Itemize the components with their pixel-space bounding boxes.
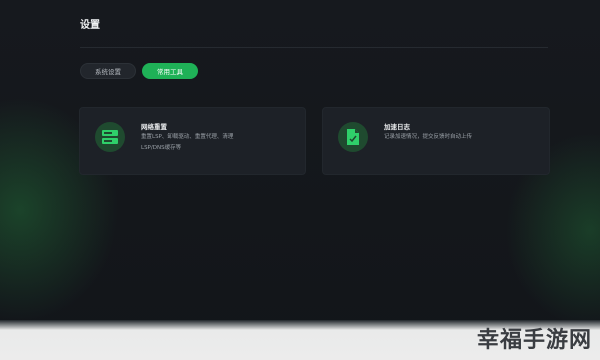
document-icon [338, 122, 368, 152]
server-icon [95, 122, 125, 152]
acceleration-log-card[interactable]: 加速日志 记录加速情况，提交反馈时自动上传 [322, 107, 550, 175]
card-title: 网络重置 [141, 123, 167, 131]
site-watermark: 幸福手游网 [476, 327, 592, 353]
card-description: 重置LSP、卸载驱动、重置代理、清理LSP/DNS缓存等 [141, 134, 234, 151]
card-description: 记录加速情况，提交反馈时自动上传 [384, 134, 473, 140]
tab-common-tools[interactable]: 常用工具 [142, 63, 198, 79]
network-reset-card[interactable]: 网络重置 重置LSP、卸载驱动、重置代理、清理LSP/DNS缓存等 [79, 107, 306, 175]
tab-system-settings[interactable]: 系统设置 [80, 63, 136, 79]
tab-bar: 系统设置 常用工具 [80, 63, 198, 79]
card-title: 加速日志 [384, 123, 410, 131]
page-title: 设置 [80, 20, 100, 31]
settings-header: 设置 [80, 20, 548, 48]
